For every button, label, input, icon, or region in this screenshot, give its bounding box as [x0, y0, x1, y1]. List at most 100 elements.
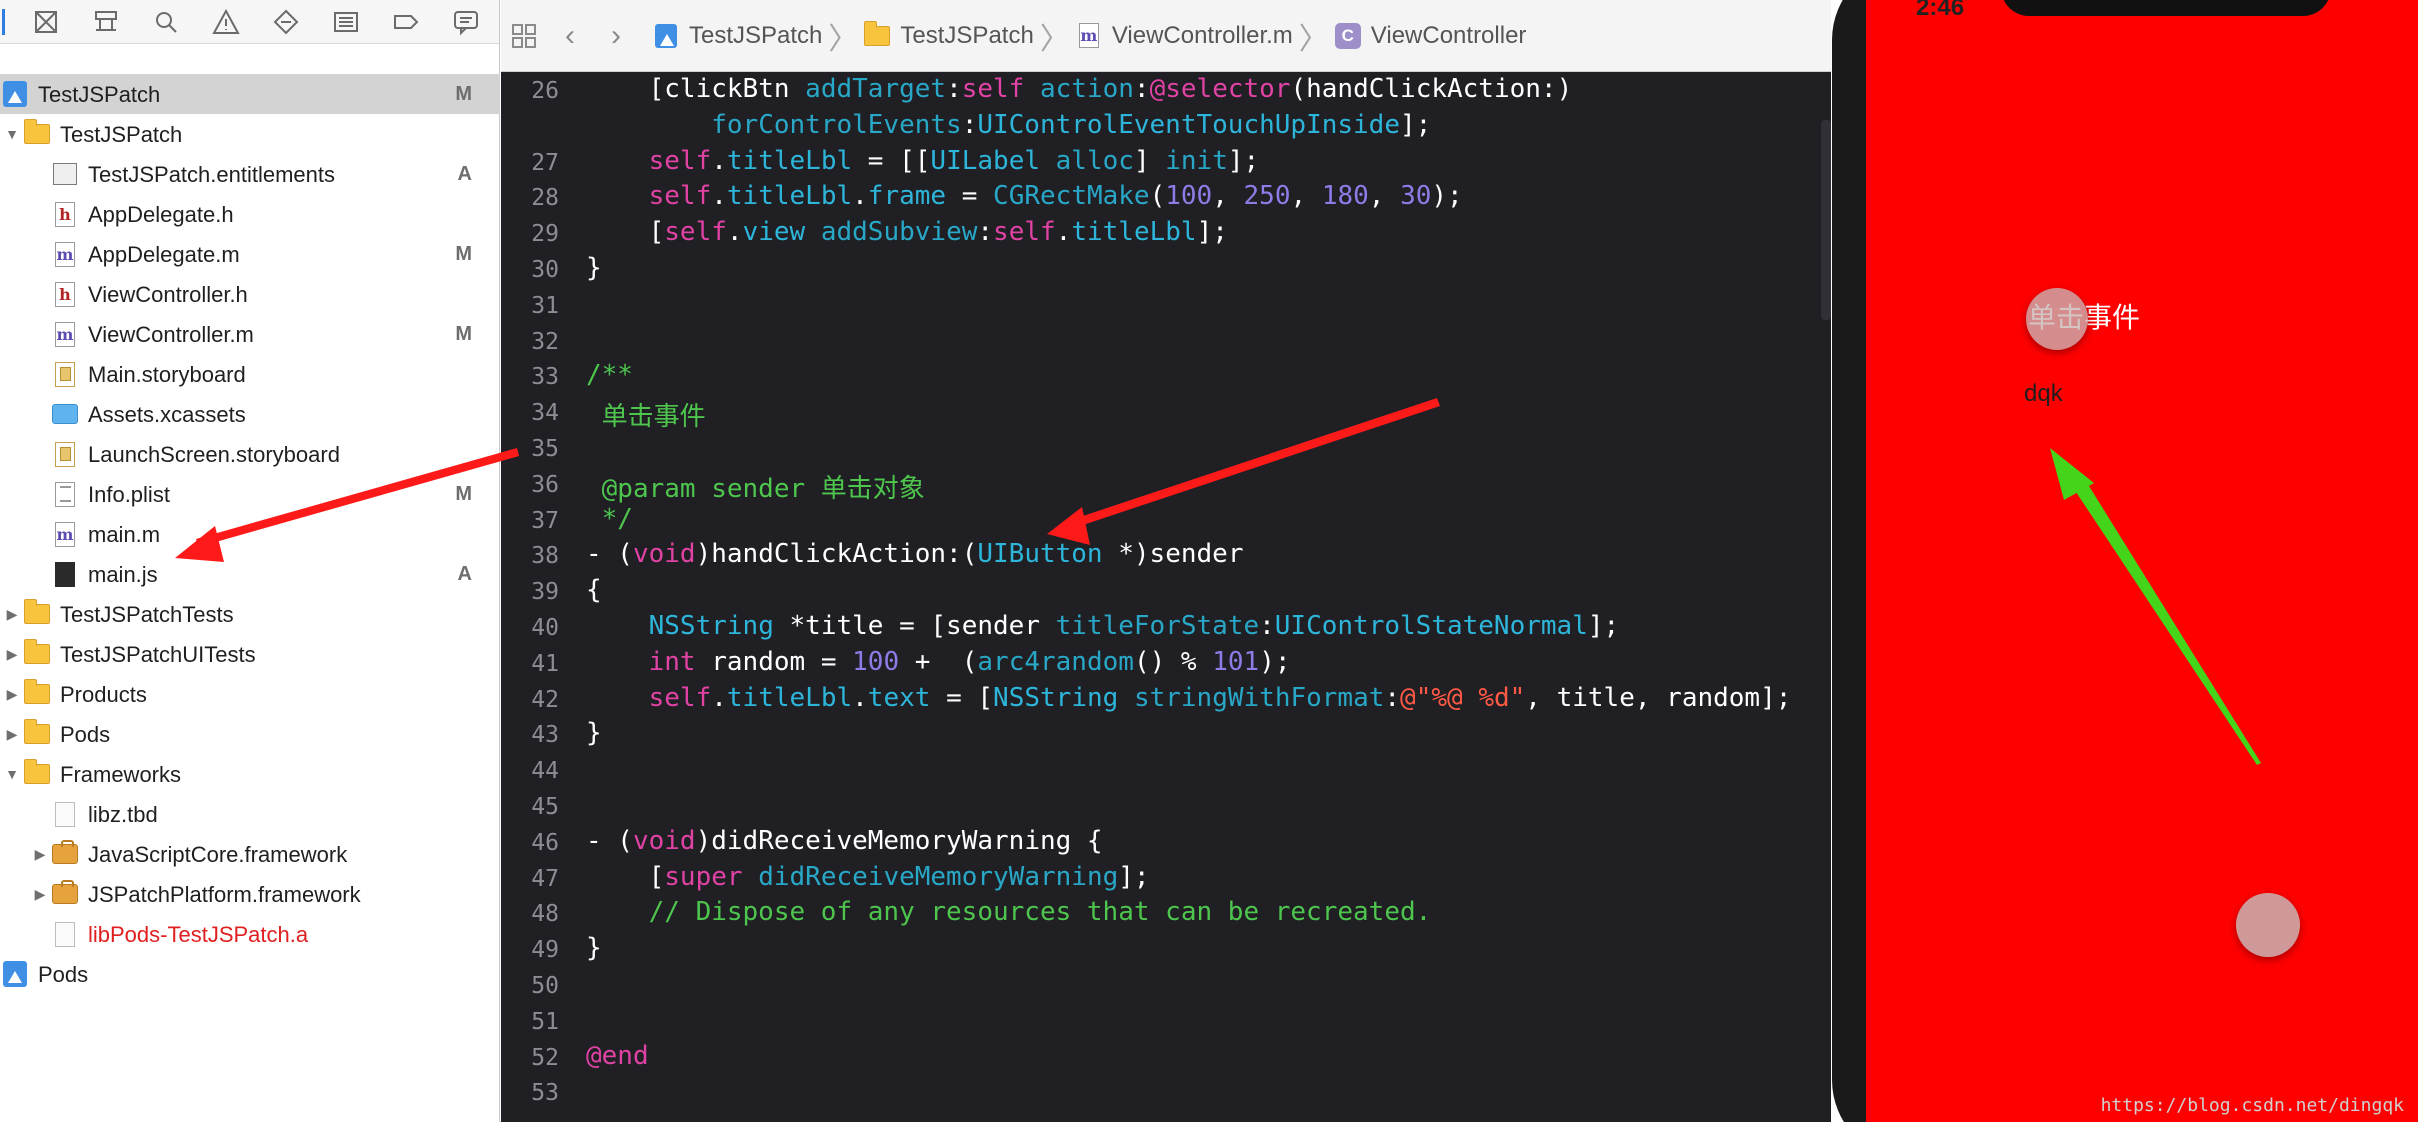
- file-tree-row[interactable]: LaunchScreen.storyboard: [0, 434, 500, 474]
- folder-icon: [24, 679, 50, 707]
- disclosure-closed-icon[interactable]: ▶: [4, 606, 20, 622]
- code-text: // Dispose of any resources that can be …: [586, 897, 1432, 927]
- file-tree-row[interactable]: m AppDelegate.m M: [0, 234, 500, 274]
- file-tree-row[interactable]: ▼ Frameworks: [0, 754, 500, 794]
- code-text: forControlEvents:UIControlEventTouchUpIn…: [586, 110, 1431, 140]
- code-token: ,: [1212, 181, 1244, 212]
- line-number: 29: [531, 221, 559, 248]
- file-tree-row[interactable]: ▶ Products: [0, 674, 500, 714]
- disclosure-closed-icon[interactable]: ▶: [4, 726, 20, 742]
- disclosure-closed-icon[interactable]: ▶: [4, 646, 20, 662]
- code-text: - (void)didReceiveMemoryWarning {: [586, 826, 1103, 856]
- file-tree-row[interactable]: Assets.xcassets: [0, 394, 500, 434]
- code-token: .: [852, 682, 868, 713]
- code-token: UIButton: [977, 539, 1103, 570]
- file-tree-row[interactable]: m main.m: [0, 514, 500, 554]
- comment-icon[interactable]: [436, 0, 496, 44]
- code-token: 101: [1212, 646, 1260, 677]
- file-tree-row[interactable]: h AppDelegate.h: [0, 194, 500, 234]
- file-tree-row[interactable]: ▶ TestJSPatchTests: [0, 594, 500, 634]
- list-icon[interactable]: [316, 0, 376, 44]
- disclosure-open-icon[interactable]: ▼: [4, 766, 20, 782]
- disclosure-open-icon[interactable]: ▼: [4, 126, 20, 142]
- code-text: 单击事件: [586, 396, 706, 433]
- code-token: init: [1165, 145, 1228, 176]
- framework-icon: [52, 880, 78, 907]
- file-tree-row[interactable]: main.js A: [0, 554, 500, 594]
- code-token: /**: [586, 360, 633, 391]
- tag-icon[interactable]: [376, 0, 436, 44]
- file-tree-row[interactable]: Main.storyboard: [0, 354, 500, 394]
- line-number: 32: [531, 328, 559, 355]
- hierarchy-icon[interactable]: [76, 0, 136, 44]
- status-time: 2:46: [1916, 0, 1965, 21]
- file-tree-label: Pods: [60, 722, 111, 747]
- code-text: /**: [586, 360, 633, 390]
- file-tree-row[interactable]: ▶ TestJSPatchUITests: [0, 634, 500, 674]
- disclosure-closed-icon[interactable]: ▶: [32, 846, 48, 862]
- code-line: 34 单击事件: [501, 396, 1831, 432]
- warning-icon[interactable]: [196, 0, 256, 44]
- code-area[interactable]: 26 [clickBtn addTarget:self action:@sele…: [501, 72, 1831, 1122]
- line-number: 38: [531, 543, 559, 570]
- jumpbar-separator: 〉: [828, 22, 859, 56]
- related-items-icon[interactable]: [501, 0, 547, 72]
- folder-x-icon[interactable]: [2, 0, 16, 44]
- jumpbar-item-symbol[interactable]: C ViewController: [1334, 0, 1526, 72]
- line-number: 41: [531, 650, 559, 677]
- code-token: (handClickAction:): [1290, 74, 1573, 104]
- code-token: }: [586, 253, 602, 283]
- m-file-icon: m: [52, 321, 78, 347]
- jump-bar: ‹ › TestJSPatch 〉 TestJSPatch 〉 m ViewCo…: [501, 0, 1831, 72]
- file-tree-row[interactable]: m ViewController.m M: [0, 314, 500, 354]
- code-token: :: [977, 217, 994, 248]
- code-token: NSString: [993, 682, 1119, 713]
- code-token: self: [648, 682, 712, 713]
- file-tree-row[interactable]: ▼ TestJSPatch: [0, 114, 500, 154]
- back-chevron-icon[interactable]: ‹: [547, 0, 593, 72]
- code-token: NSString: [648, 611, 774, 641]
- code-editor: ‹ › TestJSPatch 〉 TestJSPatch 〉 m ViewCo…: [501, 0, 1831, 1122]
- source-control-icon[interactable]: [16, 0, 76, 44]
- jumpbar-item-folder[interactable]: TestJSPatch: [864, 0, 1034, 72]
- file-tree-row[interactable]: TestJSPatch M: [0, 74, 500, 114]
- file-tree-label: TestJSPatch.entitlements: [88, 162, 336, 187]
- disclosure-closed-icon[interactable]: ▶: [4, 686, 20, 702]
- line-number: 43: [531, 722, 559, 749]
- editor-scrollbar[interactable]: [1821, 120, 1831, 320]
- file-tree-label: libz.tbd: [88, 802, 158, 827]
- code-token: :: [961, 109, 978, 140]
- jumpbar-item-project[interactable]: TestJSPatch: [653, 0, 822, 72]
- file-tree-label: Pods: [38, 962, 89, 987]
- diamond-icon[interactable]: [256, 0, 316, 44]
- line-number: 49: [531, 937, 559, 964]
- code-line: 40 NSString *title = [sender titleForSta…: [501, 611, 1831, 647]
- folder-icon: [24, 119, 50, 147]
- file-tree-row[interactable]: libPods-TestJSPatch.a: [0, 914, 500, 954]
- scm-status-badge: M: [455, 83, 472, 105]
- search-icon[interactable]: [136, 0, 196, 44]
- file-tree-row[interactable]: Pods: [0, 954, 500, 994]
- code-text: @param sender 单击对象: [586, 468, 925, 505]
- disclosure-closed-icon[interactable]: ▶: [32, 886, 48, 902]
- file-tree-row[interactable]: ▶ JavaScriptCore.framework: [0, 834, 500, 874]
- file-tree-row[interactable]: h ViewController.h: [0, 274, 500, 314]
- code-token: titleLbl: [726, 145, 853, 176]
- file-tree-row[interactable]: ▶ JSPatchPlatform.framework: [0, 874, 500, 914]
- file-tree-label: Products: [60, 682, 147, 707]
- code-token: ];: [1587, 611, 1620, 641]
- file-tree-row[interactable]: Info.plist M: [0, 474, 500, 514]
- library-icon: [52, 921, 78, 947]
- code-token: ];: [1399, 109, 1432, 140]
- code-line: 47 [super didReceiveMemoryWarning];: [501, 862, 1831, 898]
- jumpbar-item-file[interactable]: m ViewController.m: [1076, 0, 1293, 72]
- file-tree-row[interactable]: ▶ Pods: [0, 714, 500, 754]
- file-tree-row[interactable]: libz.tbd: [0, 794, 500, 834]
- file-tree-row[interactable]: TestJSPatch.entitlements A: [0, 154, 500, 194]
- code-token: text: [867, 682, 931, 713]
- forward-chevron-icon[interactable]: ›: [593, 0, 639, 72]
- code-line: 43}: [501, 718, 1831, 754]
- code-token: super: [664, 861, 743, 892]
- line-number: 51: [531, 1008, 559, 1035]
